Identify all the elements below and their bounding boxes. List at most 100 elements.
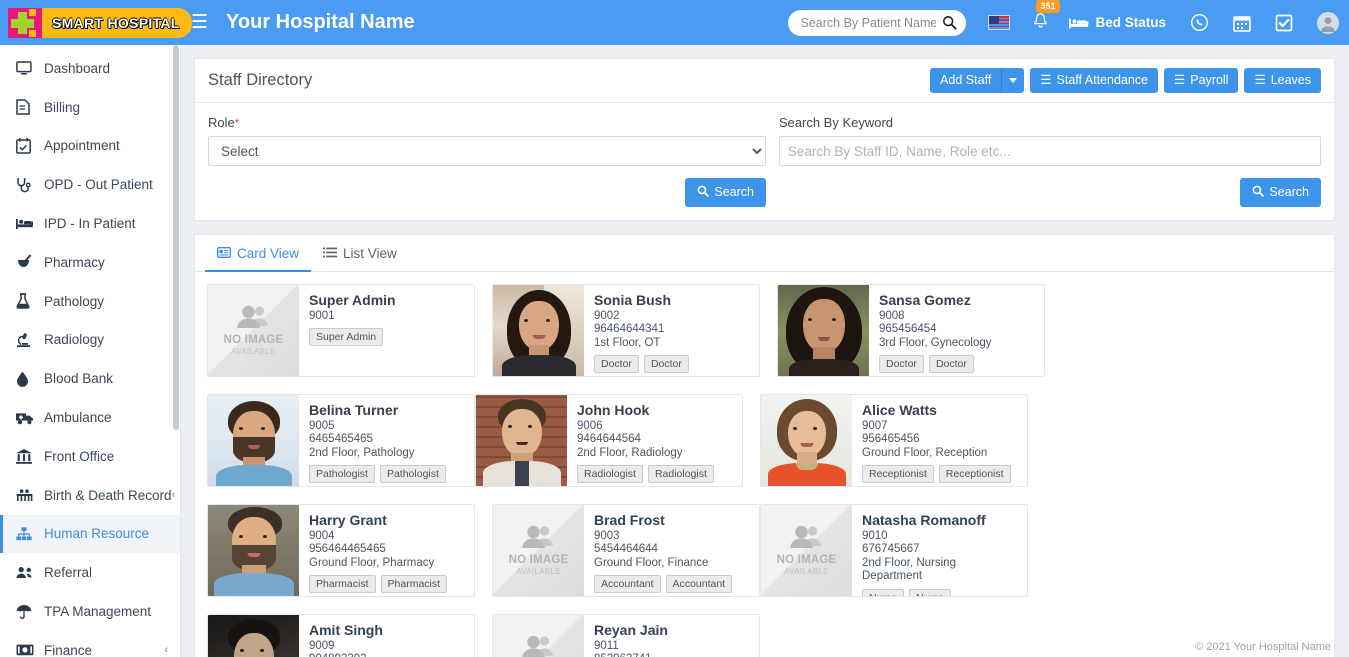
sidebar-item-blood-bank[interactable]: Blood Bank (0, 359, 180, 398)
staff-phone: 852963741 (594, 653, 751, 657)
role-label: Role* (208, 115, 766, 130)
staff-photo: NO IMAGE AVAILABLE (208, 285, 299, 376)
staff-card[interactable]: NO IMAGE AVAILABLE Brad Frost 9003 54544… (492, 504, 760, 597)
sidebar-item-label: Radiology (44, 332, 104, 347)
role-select[interactable]: Select (208, 136, 766, 166)
id-card-icon (217, 246, 231, 261)
no-image-placeholder: NO IMAGE AVAILABLE (493, 615, 584, 657)
staff-id: 9011 (594, 640, 751, 654)
staff-card[interactable]: NO IMAGE AVAILABLE Natasha Romanoff 9010… (760, 504, 1028, 597)
staff-info: Natasha Romanoff 9010 676745667 2nd Floo… (852, 505, 1027, 596)
staff-id: 9005 (309, 420, 466, 434)
staff-directory-panel: Staff Directory Add Staff ☰ Staff Attend… (194, 58, 1335, 221)
menu-toggle-icon[interactable]: ☰ (191, 13, 208, 32)
sidebar-item-label: Referral (44, 565, 92, 580)
staff-phone: 6465465465 (309, 433, 466, 447)
staff-id: 9008 (879, 310, 1036, 324)
tab-card-view[interactable]: Card View (205, 237, 311, 272)
sidebar-item-appointment[interactable]: Appointment (0, 127, 180, 166)
staff-location: Ground Floor, Finance (594, 557, 751, 571)
baby-crib-icon (16, 488, 38, 502)
patient-search-input[interactable] (798, 15, 938, 31)
sidebar-item-referral[interactable]: Referral (0, 553, 180, 592)
staff-card[interactable]: Belina Turner 9005 6465465465 2nd Floor,… (207, 394, 475, 487)
sidebar-item-pathology[interactable]: Pathology (0, 282, 180, 321)
logo-text: SMART HOSPITAL (42, 8, 192, 38)
sidebar-item-label: Blood Bank (44, 371, 113, 386)
staff-info: Belina Turner 9005 6465465465 2nd Floor,… (299, 395, 474, 486)
staff-card[interactable]: Sonia Bush 9002 96464644341 1st Floor, O… (492, 284, 760, 377)
sidebar-item-label: TPA Management (44, 604, 151, 619)
sidebar-item-human-resource[interactable]: Human Resource (0, 515, 180, 554)
role-filter-group: Role* Select (208, 115, 766, 166)
staff-tag: Pathologist (380, 465, 446, 483)
panel-actions: Add Staff ☰ Staff Attendance ☰ Payroll ☰… (930, 68, 1321, 93)
panel-title: Staff Directory (208, 71, 312, 90)
language-flag-icon[interactable] (988, 15, 1010, 30)
sidebar-item-label: Finance (44, 643, 92, 657)
task-check-icon[interactable] (1275, 14, 1293, 32)
sidebar-item-finance[interactable]: Finance ‹ (0, 631, 180, 657)
staff-name: Sonia Bush (594, 292, 751, 308)
sidebar-item-birth-death-record[interactable]: Birth & Death Record ‹ (0, 476, 180, 515)
keyword-search-button[interactable]: Search (1240, 178, 1321, 207)
patient-search-box[interactable] (788, 10, 966, 36)
org-chart-icon (16, 527, 38, 541)
staff-card[interactable]: Sansa Gomez 9008 965456454 3rd Floor, Gy… (777, 284, 1045, 377)
staff-card[interactable]: NO IMAGE AVAILABLE Super Admin 9001 Supe… (207, 284, 475, 377)
keyword-search-input[interactable] (779, 136, 1321, 166)
no-image-placeholder: NO IMAGE AVAILABLE (208, 285, 299, 376)
add-staff-button-group: Add Staff (930, 68, 1024, 93)
leaves-button[interactable]: ☰ Leaves (1244, 68, 1321, 93)
whatsapp-icon[interactable] (1190, 13, 1209, 32)
staff-attendance-button[interactable]: ☰ Staff Attendance (1030, 68, 1158, 93)
staff-tag: Accountant (594, 575, 661, 593)
sidebar-item-ambulance[interactable]: Ambulance (0, 398, 180, 437)
staff-card[interactable]: NO IMAGE AVAILABLE Reyan Jain 9011 85296… (492, 614, 760, 657)
list-icon: ☰ (1174, 74, 1185, 87)
staff-card[interactable]: Amit Singh 9009 904892392 2nd Floor, Doc… (207, 614, 475, 657)
add-staff-button[interactable]: Add Staff (930, 68, 1001, 93)
user-avatar[interactable] (1317, 12, 1339, 34)
ambulance-icon (16, 411, 38, 425)
notifications-bell[interactable]: 351 (1032, 12, 1049, 33)
role-search-button[interactable]: Search (685, 178, 766, 207)
no-image-line1: NO IMAGE (509, 554, 569, 566)
staff-name: Reyan Jain (594, 622, 751, 638)
main-content: Staff Directory Add Staff ☰ Staff Attend… (181, 45, 1349, 657)
staff-location: Ground Floor, Reception (862, 447, 1019, 461)
staff-id: 9002 (594, 310, 751, 324)
sidebar-item-billing[interactable]: Billing (0, 88, 180, 127)
staff-id: 9001 (309, 310, 466, 324)
staff-location: 2nd Floor, Pathology (309, 447, 466, 461)
staff-card[interactable]: Alice Watts 9007 956465456 Ground Floor,… (760, 394, 1028, 487)
add-staff-dropdown-toggle[interactable] (1001, 68, 1024, 93)
staff-card[interactable]: Harry Grant 9004 956464465465 Ground Flo… (207, 504, 475, 597)
sidebar-item-front-office[interactable]: Front Office (0, 437, 180, 476)
payroll-button[interactable]: ☰ Payroll (1164, 68, 1238, 93)
people-icon (519, 634, 559, 657)
sidebar-item-radiology[interactable]: Radiology (0, 321, 180, 360)
search-icon[interactable] (942, 15, 957, 33)
sidebar-scrollbar[interactable] (173, 45, 179, 430)
portrait-woman-orange (761, 395, 852, 486)
sidebar-item-label: Appointment (44, 138, 120, 153)
sidebar-item-label: IPD - In Patient (44, 216, 136, 231)
sidebar-item-label: Billing (44, 100, 80, 115)
hospital-bed-icon (16, 217, 38, 230)
calendar-icon[interactable] (1233, 14, 1251, 32)
staff-card[interactable]: John Hook 9006 9464644564 2nd Floor, Rad… (475, 394, 743, 487)
sidebar-item-dashboard[interactable]: Dashboard (0, 49, 180, 88)
sidebar-item-pharmacy[interactable]: Pharmacy (0, 243, 180, 282)
sidebar-item-ipd[interactable]: IPD - In Patient (0, 204, 180, 243)
sidebar-item-tpa-management[interactable]: TPA Management (0, 592, 180, 631)
staff-name: Sansa Gomez (879, 292, 1036, 308)
no-image-line2: AVAILABLE (231, 346, 276, 357)
logo[interactable]: SMART HOSPITAL (0, 0, 175, 45)
bed-status-button[interactable]: Bed Status (1069, 15, 1166, 30)
role-label-text: Role (208, 115, 235, 130)
hospital-cross-logo-icon (8, 8, 42, 38)
sidebar-item-opd[interactable]: OPD - Out Patient (0, 165, 180, 204)
tab-list-view[interactable]: List View (311, 237, 409, 272)
staff-tags: Nurse Nurse (862, 589, 1019, 597)
